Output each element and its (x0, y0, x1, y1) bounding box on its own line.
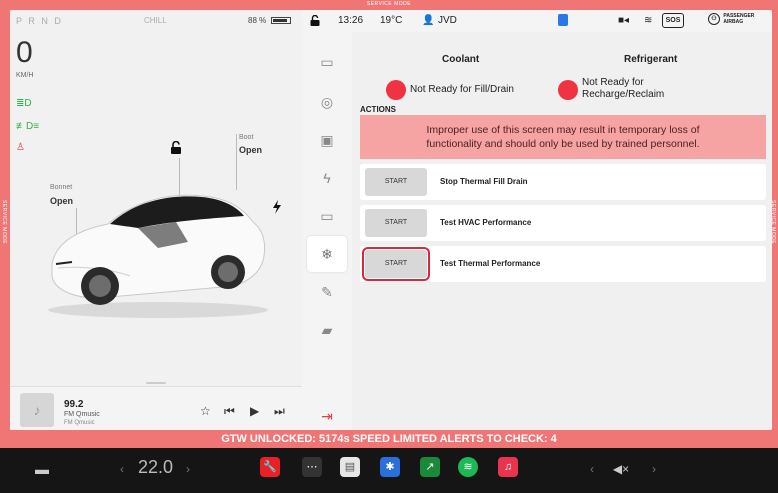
temp-up-chevron-icon[interactable]: › (182, 456, 194, 482)
car-icon[interactable]: ▬ (28, 456, 56, 482)
more-apps-icon[interactable]: ⋯ (302, 457, 322, 477)
thermal-service-panel: Coolant Not Ready for Fill/Drain Refrige… (352, 32, 772, 430)
gear-selector: P R N D (16, 16, 63, 26)
bluetooth-status-icon (558, 14, 568, 26)
warning-banner: Improper use of this screen may result i… (360, 115, 766, 159)
refrigerant-status-indicator (558, 80, 578, 100)
status-bar: 13:26 19°C 👤 JVD ■◂ ≋ SOS ⚇ PASSENGER AI… (302, 10, 772, 32)
drive-mode: CHILL (144, 16, 167, 25)
spotify-icon[interactable]: ≋ (458, 457, 478, 477)
nav-tool-icon[interactable]: ✎ (307, 274, 347, 310)
driver-profile-icon[interactable]: 👤 (422, 15, 434, 26)
clock: 13:26 (338, 15, 364, 26)
service-nav: ▭ ◎ ▣ ϟ ▭ ❄ ✎ ▰ ⇥ (302, 32, 352, 430)
start-test-hvac-performance-button[interactable]: START (365, 209, 427, 237)
airbag-icon: ⚇ (708, 13, 720, 25)
service-wrench-icon[interactable]: 🔧 (260, 457, 280, 477)
boot-label: Boot (239, 134, 254, 141)
bluetooth-icon[interactable]: ✱ (380, 457, 400, 477)
dashcam-icon[interactable]: ■◂ (618, 15, 629, 26)
headlights-icon: ≣D (16, 98, 32, 109)
boot-state-button[interactable]: Open (239, 145, 262, 155)
nav-exit-icon[interactable]: ⇥ (307, 398, 347, 430)
taskbar: ▬ ‹ 22.0 › 🔧 ⋯ ▤ ✱ ↗ ≋ ♫ ‹ ◀× › (0, 448, 778, 493)
action-row-test-hvac-performance: START Test HVAC Performance (360, 205, 766, 241)
unlock-icon[interactable] (170, 141, 182, 154)
refrigerant-title: Refrigerant (624, 54, 678, 65)
energy-app-icon[interactable]: ↗ (420, 457, 440, 477)
coolant-status-indicator (386, 80, 406, 100)
media-player: ♪ 99.2 FM Qmusic FM Qmusic ☆ ⏮ ▶ ⏭ (10, 386, 302, 430)
speed-unit: KM/H (16, 72, 34, 79)
seatbelt-warning-icon: ♙ (16, 142, 25, 153)
cabin-temperature-value: 22.0 (138, 457, 174, 477)
previous-track-icon[interactable]: ⏮ (224, 404, 235, 419)
action-row-stop-thermal-fill-drain: START Stop Thermal Fill Drain (360, 164, 766, 200)
parking-lights-icon: ≢D≡ (16, 121, 40, 132)
start-stop-thermal-fill-drain-button[interactable]: START (365, 168, 427, 196)
temp-down-chevron-icon[interactable]: ‹ (116, 456, 128, 482)
action-label: Test Thermal Performance (440, 259, 541, 268)
action-label: Stop Thermal Fill Drain (440, 177, 528, 186)
coolant-title: Coolant (442, 54, 480, 65)
radio-station: FM Qmusic (64, 411, 100, 418)
nav-thermal-icon[interactable]: ❄ (307, 236, 347, 272)
vehicle-illustration (48, 194, 268, 318)
nav-chip-icon[interactable]: ▣ (307, 122, 347, 158)
battery-percent: 88 % (248, 16, 267, 25)
action-row-test-thermal-performance: START Test Thermal Performance (360, 246, 766, 282)
refrigerant-status-line-1: Not Ready for (582, 77, 644, 88)
outside-temperature: 19°C (380, 15, 403, 26)
battery-indicator: 88 % (248, 16, 292, 25)
refrigerant-status-line-2: Recharge/Reclaim (582, 89, 665, 100)
volume-muted-icon[interactable]: ◀× (610, 456, 632, 482)
radio-frequency: 99.2 (64, 399, 84, 410)
nav-car-icon[interactable]: ▭ (307, 44, 347, 80)
passenger-airbag-indicator: ⚇ PASSENGER AIRBAG (708, 13, 754, 25)
action-label: Test HVAC Performance (440, 218, 532, 227)
volume-down-chevron-icon[interactable]: ‹ (586, 456, 598, 482)
service-mode-label-left: SERVICE MODE (1, 200, 7, 245)
start-test-thermal-performance-button[interactable]: START (362, 247, 430, 281)
warning-line-1: Improper use of this screen may result i… (426, 124, 700, 136)
sos-button[interactable]: SOS (662, 13, 684, 28)
music-app-icon[interactable]: ♫ (498, 457, 518, 477)
calendar-icon[interactable]: ▤ (340, 457, 360, 477)
favorite-star-icon[interactable]: ☆ (200, 404, 211, 418)
volume-up-chevron-icon[interactable]: › (648, 456, 660, 482)
touchscreen: P R N D CHILL 88 % 0 KM/H ≣D ≢D≡ ♙ Boot … (10, 10, 772, 430)
coolant-status: Not Ready for Fill/Drain (410, 84, 514, 95)
nav-folder-icon[interactable]: ▰ (307, 312, 347, 348)
cabin-temperature[interactable]: 22.0 (138, 457, 173, 478)
nav-high-voltage-icon[interactable]: ϟ (307, 160, 347, 196)
nav-battery-icon[interactable]: ▭ (307, 198, 347, 234)
panel-handle[interactable] (146, 382, 166, 384)
music-note-icon: ♪ (20, 393, 54, 427)
play-icon[interactable]: ▶ (250, 404, 259, 418)
airbag-label-2: AIRBAG (723, 19, 744, 25)
wifi-icon: ≋ (644, 15, 653, 26)
speed-readout: 0 (16, 36, 33, 69)
next-track-icon[interactable]: ⏭ (274, 404, 285, 419)
lock-status-icon[interactable] (310, 15, 320, 26)
radio-source: FM Qmusic (64, 420, 95, 426)
alert-bar: GTW UNLOCKED: 5174s SPEED LIMITED ALERTS… (0, 430, 778, 448)
vehicle-panel: P R N D CHILL 88 % 0 KM/H ≣D ≢D≡ ♙ Boot … (10, 10, 302, 430)
nav-steering-wheel-icon[interactable]: ◎ (307, 84, 347, 120)
service-mode-label-top: SERVICE MODE (366, 1, 412, 7)
actions-title: ACTIONS (360, 105, 396, 114)
driver-profile-name[interactable]: JVD (438, 15, 457, 26)
refrigerant-status: Not Ready for Recharge/Reclaim (582, 77, 664, 101)
warning-line-2: functionality and should only be used by… (426, 138, 700, 150)
battery-icon (271, 17, 292, 25)
